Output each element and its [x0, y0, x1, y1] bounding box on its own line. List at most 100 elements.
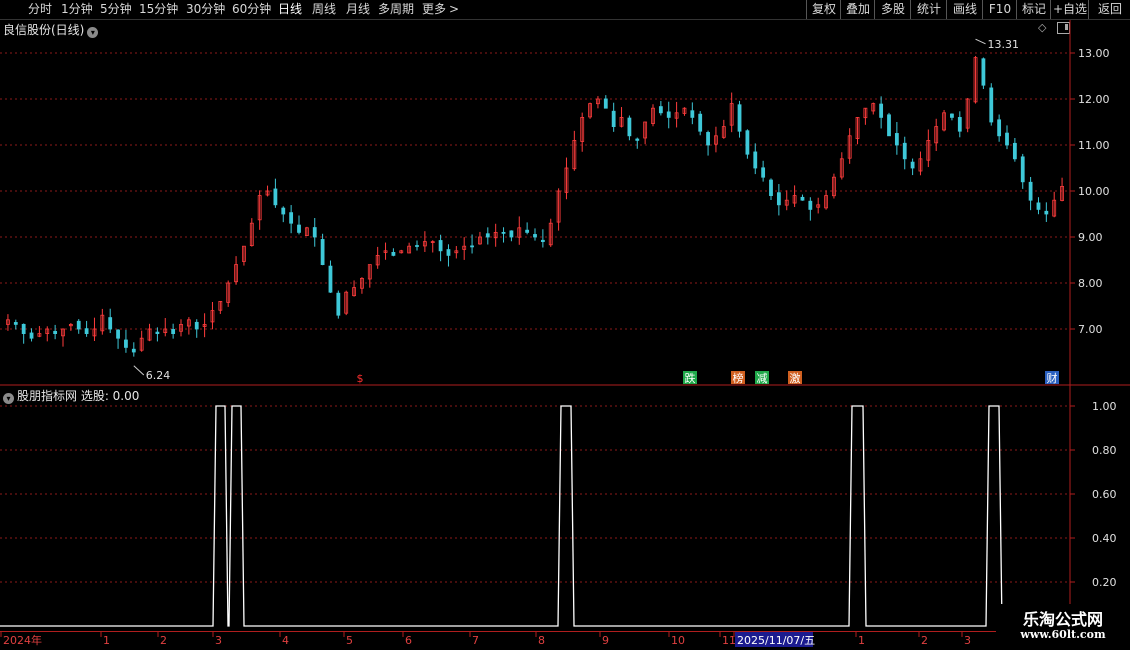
- candle-body: [902, 142, 907, 160]
- candle-body: [611, 110, 616, 127]
- candle-body: [776, 192, 781, 206]
- candle-body: [950, 113, 954, 118]
- candle: [950, 113, 954, 121]
- high-marker-line: [975, 38, 986, 45]
- candle: [131, 342, 136, 357]
- period-tab-5[interactable]: 60分钟: [232, 1, 271, 18]
- period-tab-0[interactable]: 分时: [28, 1, 52, 18]
- candle: [942, 109, 946, 132]
- candle: [422, 231, 427, 252]
- candle: [29, 328, 34, 342]
- candle: [186, 317, 191, 335]
- candle: [485, 227, 490, 245]
- period-tab-4[interactable]: 30分钟: [186, 1, 225, 18]
- event-marker[interactable]: 榜: [731, 371, 745, 385]
- candle: [808, 197, 813, 221]
- event-marker[interactable]: 跌: [683, 371, 697, 385]
- candle-body: [1036, 202, 1041, 210]
- candle-body: [737, 104, 742, 132]
- candle: [92, 317, 97, 341]
- toolbar-button-4[interactable]: 画线: [946, 0, 983, 19]
- event-marker[interactable]: 财: [1045, 371, 1059, 385]
- candle-body: [415, 245, 419, 247]
- candle-body: [894, 133, 899, 146]
- candle-body: [761, 167, 766, 178]
- price-tick-label: 7.00: [1078, 323, 1103, 336]
- candle: [918, 151, 923, 176]
- period-tab-2[interactable]: 5分钟: [100, 1, 132, 18]
- toolbar-button-0[interactable]: 复权: [806, 0, 841, 19]
- candle: [21, 323, 26, 344]
- candle: [580, 112, 585, 152]
- date-tick-label: 2: [921, 634, 928, 647]
- watermark-title: 乐淘公式网: [1022, 610, 1103, 629]
- toolbar-button-6[interactable]: 标记: [1016, 0, 1051, 19]
- period-toolbar: 分时 1分钟 5分钟 15分钟 30分钟 60分钟 日线 周线 月线 多周期 更多 > 复权 叠加 多股 统计…: [0, 0, 1130, 20]
- period-tab-9[interactable]: 多周期: [378, 1, 414, 18]
- toolbar-button-2[interactable]: 多股: [874, 0, 911, 19]
- candle-body: [116, 329, 120, 339]
- candle-body: [533, 234, 537, 238]
- toolbar-button-1[interactable]: 叠加: [840, 0, 875, 19]
- candle: [1052, 191, 1057, 218]
- toolbar-button-8[interactable]: 返回: [1088, 0, 1130, 19]
- candle-body: [438, 240, 443, 252]
- candle: [171, 323, 176, 339]
- candle: [360, 277, 364, 294]
- candle: [761, 160, 766, 182]
- candle: [139, 330, 144, 352]
- candle: [344, 290, 349, 316]
- candle-body: [336, 292, 341, 316]
- candle: [163, 318, 168, 337]
- candle: [304, 226, 309, 236]
- period-tab-1[interactable]: 1分钟: [61, 1, 93, 18]
- candle: [769, 178, 773, 200]
- candle: [627, 115, 632, 141]
- candle: [116, 329, 120, 349]
- candle: [1020, 153, 1025, 189]
- candle: [706, 130, 710, 156]
- candle-body: [1012, 142, 1017, 160]
- candle-body: [124, 339, 128, 348]
- candle: [6, 314, 10, 331]
- toolbar-button-5[interactable]: F10: [982, 0, 1017, 19]
- candle: [320, 233, 325, 266]
- candle: [336, 290, 341, 319]
- candle-body: [391, 252, 396, 256]
- candle: [1036, 197, 1041, 215]
- candle: [68, 323, 73, 331]
- candle-body: [273, 188, 278, 206]
- candle: [792, 185, 797, 208]
- period-tab-3[interactable]: 15分钟: [139, 1, 178, 18]
- candle-body: [76, 320, 81, 330]
- candle: [902, 136, 907, 170]
- toolbar-button-7[interactable]: +自选: [1050, 0, 1089, 19]
- candle: [430, 240, 435, 253]
- event-marker[interactable]: $: [353, 371, 367, 385]
- candle-body: [887, 114, 891, 137]
- period-tab-7[interactable]: 周线: [312, 1, 336, 18]
- candle: [13, 319, 18, 330]
- candlestick-chart[interactable]: 13.00 12.00 11.00 10.00 9.00 8.00 7.00 13.31 6.2…: [0, 20, 1130, 386]
- candle: [218, 300, 223, 314]
- candle: [690, 102, 695, 125]
- candle: [863, 107, 868, 125]
- toolbar-button-3[interactable]: 统计: [910, 0, 947, 19]
- candle: [997, 114, 1002, 142]
- indicator-chart[interactable]: 1.00 0.80 0.60 0.40 0.20: [0, 386, 1130, 631]
- period-tab-6[interactable]: 日线: [278, 1, 302, 18]
- candle-body: [320, 239, 325, 265]
- candle-body: [981, 58, 986, 86]
- watermark-url: www.60lt.com: [1020, 628, 1106, 641]
- event-marker-label: $: [357, 372, 364, 385]
- candle: [745, 129, 750, 159]
- period-tab-8[interactable]: 月线: [346, 1, 370, 18]
- event-marker[interactable]: 激: [788, 371, 802, 385]
- date-tick-label: 10: [671, 634, 685, 647]
- candle: [84, 320, 89, 337]
- candle-body: [21, 323, 26, 334]
- candle: [210, 302, 215, 330]
- event-marker[interactable]: 减: [755, 371, 769, 385]
- period-tab-10[interactable]: 更多 >: [422, 1, 459, 18]
- candle: [1028, 176, 1033, 211]
